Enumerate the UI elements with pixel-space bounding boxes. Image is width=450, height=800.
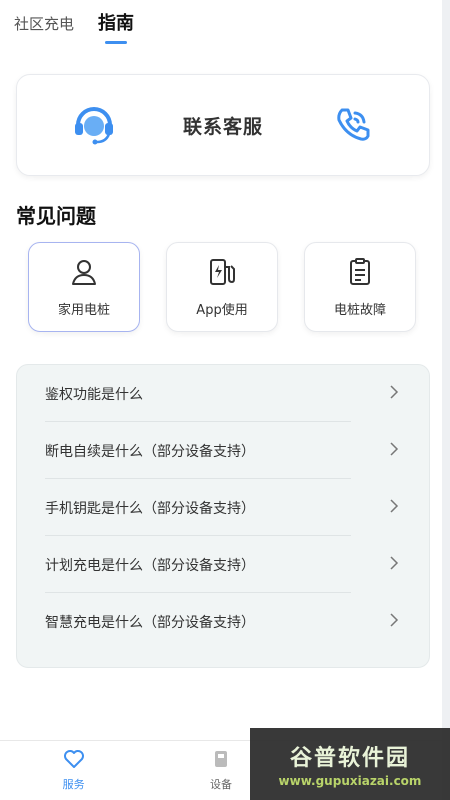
- faq-item-text: 手机钥匙是什么（部分设备支持）: [45, 500, 255, 517]
- category-label: App使用: [196, 302, 248, 318]
- chevron-right-icon: [387, 441, 401, 460]
- contact-support-card[interactable]: 联系客服: [16, 74, 430, 176]
- customer-service-icon: [71, 102, 117, 148]
- category-label: 电桩故障: [333, 302, 386, 318]
- chevron-right-icon: [387, 498, 401, 517]
- faq-item-phone-key[interactable]: 手机钥匙是什么（部分设备支持）: [45, 479, 401, 536]
- faq-item-text: 断电自续是什么（部分设备支持）: [45, 443, 255, 460]
- faq-item-text: 鉴权功能是什么: [45, 386, 143, 403]
- charging-station-icon: [207, 257, 237, 291]
- chevron-right-icon: [387, 384, 401, 403]
- nav-item-service[interactable]: 服务: [19, 749, 129, 792]
- heart-icon: [63, 749, 85, 773]
- faq-item-smart-charging[interactable]: 智慧充电是什么（部分设备支持）: [45, 593, 401, 650]
- watermark-text: 谷普软件园: [289, 746, 410, 771]
- faq-item-scheduled-charging[interactable]: 计划充电是什么（部分设备支持）: [45, 536, 401, 593]
- category-label: 家用电桩: [57, 302, 110, 318]
- category-charger-fault[interactable]: 电桩故障: [304, 242, 416, 332]
- faq-item-text: 智慧充电是什么（部分设备支持）: [45, 614, 255, 631]
- faq-heading: 常见问题: [16, 204, 96, 228]
- nav-label: 服务: [62, 778, 85, 791]
- nav-label: 设备: [209, 778, 232, 791]
- top-tabs: 社区充电 指南: [14, 12, 134, 36]
- chevron-right-icon: [387, 555, 401, 574]
- right-edge-strip: [442, 0, 450, 800]
- charger-device-icon: [211, 749, 231, 773]
- tab-guide[interactable]: 指南: [98, 12, 134, 36]
- watermark: 谷普软件园 www.gupuxiazai.com: [250, 728, 450, 800]
- category-home-charger[interactable]: 家用电桩: [28, 242, 140, 332]
- faq-list: 鉴权功能是什么 断电自续是什么（部分设备支持） 手机钥匙是什么（部分设备支持） …: [16, 364, 430, 668]
- watermark-url: www.gupuxiazai.com: [278, 774, 422, 788]
- faq-item-text: 计划充电是什么（部分设备支持）: [45, 557, 255, 574]
- tab-community-charging[interactable]: 社区充电: [14, 12, 74, 36]
- faq-item-authentication[interactable]: 鉴权功能是什么: [45, 365, 401, 422]
- chevron-right-icon: [387, 612, 401, 631]
- category-app-usage[interactable]: App使用: [166, 242, 278, 332]
- user-icon: [69, 257, 99, 291]
- faq-categories: 家用电桩 App使用 电桩故障: [28, 242, 416, 332]
- clipboard-icon: [345, 257, 375, 291]
- contact-support-title: 联系客服: [182, 115, 263, 138]
- guide-page: 社区充电 指南 联系客服 常见问题 家用电桩 App使用 电桩故障 鉴权功能是什…: [0, 0, 442, 800]
- faq-item-power-resume[interactable]: 断电自续是什么（部分设备支持）: [45, 422, 401, 479]
- phone-icon[interactable]: [329, 102, 375, 148]
